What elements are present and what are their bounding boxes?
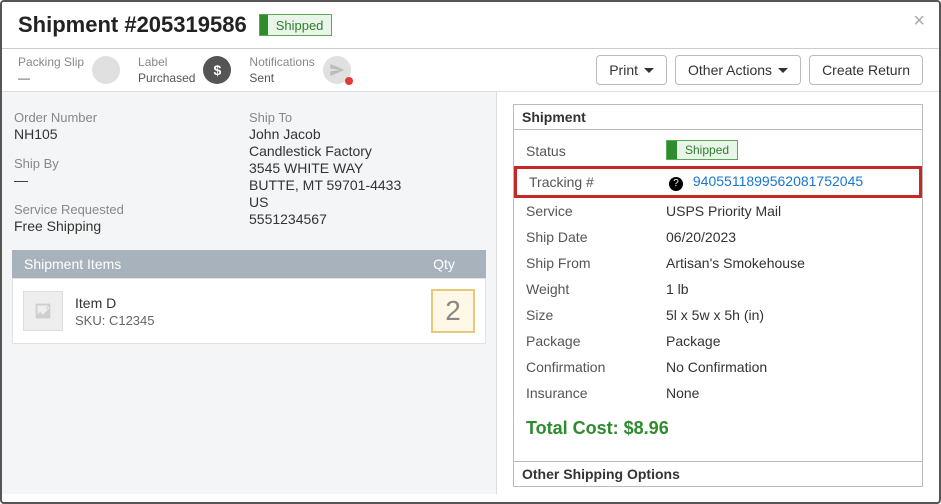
- insurance-row: Insurance None: [514, 380, 922, 406]
- item-sku: SKU: C12345: [75, 313, 431, 328]
- insurance-label: Insurance: [526, 385, 666, 401]
- create-return-label: Create Return: [822, 62, 910, 78]
- ship-to-line-4: US: [249, 194, 484, 210]
- insurance-value: None: [666, 385, 910, 401]
- packing-slip-step: Packing Slip —: [18, 55, 120, 85]
- status-badge: Shipped: [259, 14, 333, 36]
- item-qty: 2: [431, 289, 475, 333]
- shipment-modal: × Shipment #205319586 Shipped Packing Sl…: [0, 0, 941, 504]
- modal-header: Shipment #205319586 Shipped: [2, 2, 939, 49]
- ship-to-label: Ship To: [249, 110, 484, 125]
- size-value: 5l x 5w x 5h (in): [666, 307, 910, 323]
- ship-date-row: Ship Date 06/20/2023: [514, 224, 922, 250]
- item-image-placeholder-icon: [23, 291, 63, 331]
- ship-to-line-2: 3545 WHITE WAY: [249, 160, 484, 176]
- item-row: Item D SKU: C12345 2: [12, 278, 486, 344]
- packing-slip-icon: [92, 56, 120, 84]
- ship-to-line-1: Candlestick Factory: [249, 143, 484, 159]
- caret-down-icon: [778, 68, 788, 73]
- label-step-label: Label: [138, 55, 195, 69]
- toolbar: Packing Slip — Label Purchased $ Notific…: [2, 49, 939, 92]
- modal-title: Shipment #205319586: [18, 12, 247, 38]
- ship-to-line-0: John Jacob: [249, 126, 484, 142]
- tracking-label: Tracking #: [529, 174, 669, 190]
- status-badge-text: Shipped: [268, 18, 332, 33]
- order-number-value: NH105: [14, 126, 249, 142]
- create-return-button[interactable]: Create Return: [809, 55, 923, 85]
- label-step: Label Purchased $: [138, 55, 231, 85]
- print-button-label: Print: [609, 62, 638, 78]
- tracking-link[interactable]: 9405511899562081752045: [693, 173, 863, 189]
- ship-by-label: Ship By: [14, 156, 249, 171]
- dollar-icon: $: [203, 56, 231, 84]
- right-panel: Shipment Status Shipped Tracking #: [497, 92, 939, 494]
- paper-plane-icon: [323, 56, 351, 84]
- ship-from-row: Ship From Artisan's Smokehouse: [514, 250, 922, 276]
- order-number-label: Order Number: [14, 110, 249, 125]
- size-row: Size 5l x 5w x 5h (in): [514, 302, 922, 328]
- other-actions-label: Other Actions: [688, 62, 772, 78]
- items-header-qty: Qty: [414, 256, 474, 272]
- other-shipping-options-header[interactable]: Other Shipping Options: [514, 461, 922, 486]
- notifications-label: Notifications: [249, 55, 314, 69]
- notifications-value: Sent: [249, 71, 314, 85]
- ship-from-value: Artisan's Smokehouse: [666, 255, 910, 271]
- label-step-value: Purchased: [138, 71, 195, 85]
- left-panel: Order Number NH105 Ship By — Service Req…: [2, 92, 497, 494]
- package-label: Package: [526, 333, 666, 349]
- confirmation-row: Confirmation No Confirmation: [514, 354, 922, 380]
- item-name: Item D: [75, 295, 431, 311]
- other-actions-button[interactable]: Other Actions: [675, 55, 801, 85]
- ship-to-line-3: BUTTE, MT 59701-4433: [249, 177, 484, 193]
- close-button[interactable]: ×: [913, 10, 925, 33]
- package-row: Package Package: [514, 328, 922, 354]
- packing-slip-label: Packing Slip: [18, 55, 84, 69]
- items-header-title: Shipment Items: [24, 256, 414, 272]
- service-value: USPS Priority Mail: [666, 203, 910, 219]
- ship-to-line-5: 5551234567: [249, 211, 484, 227]
- tracking-row: Tracking # ? 9405511899562081752045: [514, 166, 922, 198]
- service-requested-value: Free Shipping: [14, 218, 249, 234]
- caret-down-icon: [644, 68, 654, 73]
- notification-dot-icon: [345, 77, 353, 85]
- print-button[interactable]: Print: [596, 55, 667, 85]
- ship-date-label: Ship Date: [526, 229, 666, 245]
- weight-label: Weight: [526, 281, 666, 297]
- status-row: Status Shipped: [514, 136, 922, 166]
- service-requested-label: Service Requested: [14, 202, 249, 217]
- ship-from-label: Ship From: [526, 255, 666, 271]
- shipment-panel-title: Shipment: [514, 105, 922, 130]
- ship-by-value: —: [14, 172, 249, 188]
- size-label: Size: [526, 307, 666, 323]
- total-cost: Total Cost: $8.96: [514, 406, 922, 451]
- weight-value: 1 lb: [666, 281, 910, 297]
- package-value: Package: [666, 333, 910, 349]
- notifications-step: Notifications Sent: [249, 55, 350, 85]
- confirmation-label: Confirmation: [526, 359, 666, 375]
- shipment-status-badge: Shipped: [666, 140, 738, 160]
- items-header: Shipment Items Qty: [12, 250, 486, 278]
- shipment-panel: Shipment Status Shipped Tracking #: [513, 104, 923, 487]
- service-label: Service: [526, 203, 666, 219]
- weight-row: Weight 1 lb: [514, 276, 922, 302]
- status-label: Status: [526, 143, 666, 159]
- confirmation-value: No Confirmation: [666, 359, 910, 375]
- service-row: Service USPS Priority Mail: [514, 198, 922, 224]
- packing-slip-value: —: [18, 71, 84, 85]
- ship-date-value: 06/20/2023: [666, 229, 910, 245]
- shipment-status-text: Shipped: [677, 143, 737, 157]
- help-icon[interactable]: ?: [669, 177, 683, 191]
